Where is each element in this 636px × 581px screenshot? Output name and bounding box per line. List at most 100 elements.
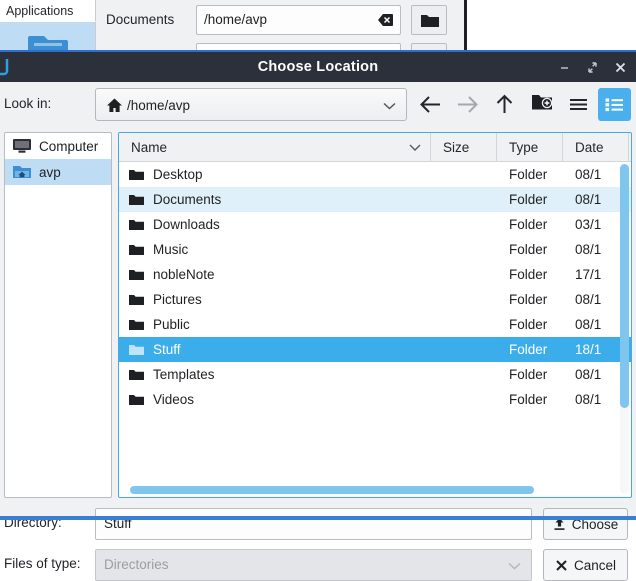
file-type-combobox: Directories [95, 549, 532, 581]
forward-button[interactable] [451, 88, 484, 121]
column-header-name[interactable]: Name [119, 133, 431, 161]
choose-button[interactable]: Choose [543, 508, 628, 540]
chevron-down-icon [409, 144, 421, 151]
arrow-up-icon [496, 94, 513, 113]
dialog-title: Choose Location [257, 59, 379, 75]
folder-icon [129, 344, 144, 356]
sidebar-item-computer[interactable]: Computer [5, 133, 111, 159]
background-path-input[interactable]: /home/avp [196, 5, 401, 35]
file-name-label: Stuff [153, 342, 181, 357]
clear-text-icon[interactable] [378, 13, 393, 27]
back-button[interactable] [414, 88, 447, 121]
file-name-label: Downloads [153, 217, 220, 232]
file-name-label: Desktop [153, 167, 203, 182]
file-type-cell: Folder [509, 242, 548, 257]
list-view-button[interactable] [562, 88, 595, 121]
directory-row: Directory: Stuff Choose [0, 508, 636, 540]
file-type-cell: Folder [509, 217, 548, 232]
look-in-value: /home/avp [127, 98, 191, 113]
new-folder-button[interactable] [525, 88, 558, 121]
look-in-label: Look in: [4, 96, 52, 111]
look-in-combobox[interactable]: /home/avp [95, 88, 407, 121]
parent-directory-button[interactable] [488, 88, 521, 121]
folder-icon [129, 219, 144, 231]
column-header-size[interactable]: Size [431, 133, 497, 161]
background-divider [464, 0, 467, 56]
close-x-icon [555, 558, 568, 572]
file-name-cell: Desktop [119, 167, 431, 182]
chevron-down-icon [508, 562, 521, 570]
table-row[interactable]: Downloads Folder 03/1 [119, 212, 631, 237]
restore-icon[interactable] [585, 60, 600, 75]
tab-applications[interactable]: Applications [0, 0, 96, 22]
window-controls [557, 52, 628, 82]
detail-view-button[interactable] [598, 88, 631, 121]
table-row[interactable]: Public Folder 08/1 [119, 312, 631, 337]
sidebar-item-label: Computer [39, 138, 99, 154]
close-icon[interactable] [613, 60, 628, 75]
column-header-type[interactable]: Type [497, 133, 563, 161]
table-row[interactable]: Music Folder 08/1 [119, 237, 631, 262]
column-header-name-label: Name [131, 140, 168, 155]
file-name-cell: Public [119, 317, 431, 332]
folder-icon [129, 194, 144, 206]
file-name-cell: Videos [119, 392, 431, 407]
file-name-label: Pictures [153, 292, 202, 307]
file-type-cell: Folder [509, 192, 548, 207]
dialog-titlebar[interactable]: Choose Location [0, 52, 636, 82]
table-row[interactable]: nobleNote Folder 17/1 [119, 262, 631, 287]
file-name-cell: Templates [119, 367, 431, 382]
table-row[interactable]: Videos Folder 08/1 [119, 387, 631, 412]
file-list-rows: Desktop Folder 08/1 Documents Folder 08/1 Down… [119, 162, 631, 412]
computer-icon [12, 137, 32, 155]
sidebar-item-avp[interactable]: avp [5, 159, 111, 185]
cancel-button[interactable]: Cancel [543, 549, 628, 581]
bottom-accent-bar [0, 516, 636, 520]
file-type-cell: Folder [509, 342, 548, 357]
vertical-scrollbar[interactable] [620, 164, 629, 494]
horizontal-scrollbar-thumb[interactable] [130, 486, 534, 494]
horizontal-scrollbar[interactable] [122, 486, 620, 494]
list-view-icon [570, 99, 587, 110]
arrow-right-icon [458, 96, 478, 113]
folder-icon [129, 369, 144, 381]
places-sidebar: Computer avp [4, 132, 112, 498]
chevron-down-icon [383, 102, 396, 110]
folder-icon [129, 394, 144, 406]
vertical-scrollbar-thumb[interactable] [620, 164, 629, 408]
background-browse-button[interactable] [411, 5, 447, 35]
folder-icon [129, 169, 144, 181]
cancel-button-label: Cancel [573, 557, 617, 573]
table-row[interactable]: Stuff Folder 18/1 [119, 337, 631, 362]
arrow-left-icon [420, 96, 440, 113]
directory-input[interactable]: Stuff [95, 508, 532, 540]
file-type-cell: Folder [509, 367, 548, 382]
file-name-label: Public [153, 317, 190, 332]
file-type-row: Files of type: Directories Cancel [0, 549, 636, 581]
dialog-body: Look in: /home/avp Computer avp Name Siz… [0, 82, 636, 581]
folder-icon [129, 319, 144, 331]
file-type-cell: Folder [509, 267, 548, 282]
file-type-cell: Folder [509, 317, 548, 332]
table-row[interactable]: Templates Folder 08/1 [119, 362, 631, 387]
file-name-cell: Pictures [119, 292, 431, 307]
file-name-cell: Documents [119, 192, 431, 207]
sidebar-item-label: avp [39, 164, 61, 180]
background-form-row: Documents /home/avp [96, 0, 466, 40]
background-field-label: Documents [106, 12, 175, 27]
folder-icon [421, 15, 439, 27]
background-form: Documents /home/avp [96, 0, 466, 69]
column-header-date[interactable]: Date [563, 133, 629, 161]
table-row[interactable]: Desktop Folder 08/1 [119, 162, 631, 187]
table-row[interactable]: Documents Folder 08/1 [119, 187, 631, 212]
choose-location-dialog: Choose Location Look in: /home/avp Compu… [0, 52, 636, 581]
detail-view-icon [605, 98, 623, 112]
folder-icon [129, 294, 144, 306]
table-row[interactable]: Pictures Folder 08/1 [119, 287, 631, 312]
minimize-icon[interactable] [557, 60, 572, 75]
dialog-toolbar: Look in: /home/avp [0, 82, 636, 128]
file-name-cell: Downloads [119, 217, 431, 232]
file-type-value: Directories [104, 557, 169, 572]
file-name-cell: Music [119, 242, 431, 257]
file-name-label: Templates [153, 367, 215, 382]
